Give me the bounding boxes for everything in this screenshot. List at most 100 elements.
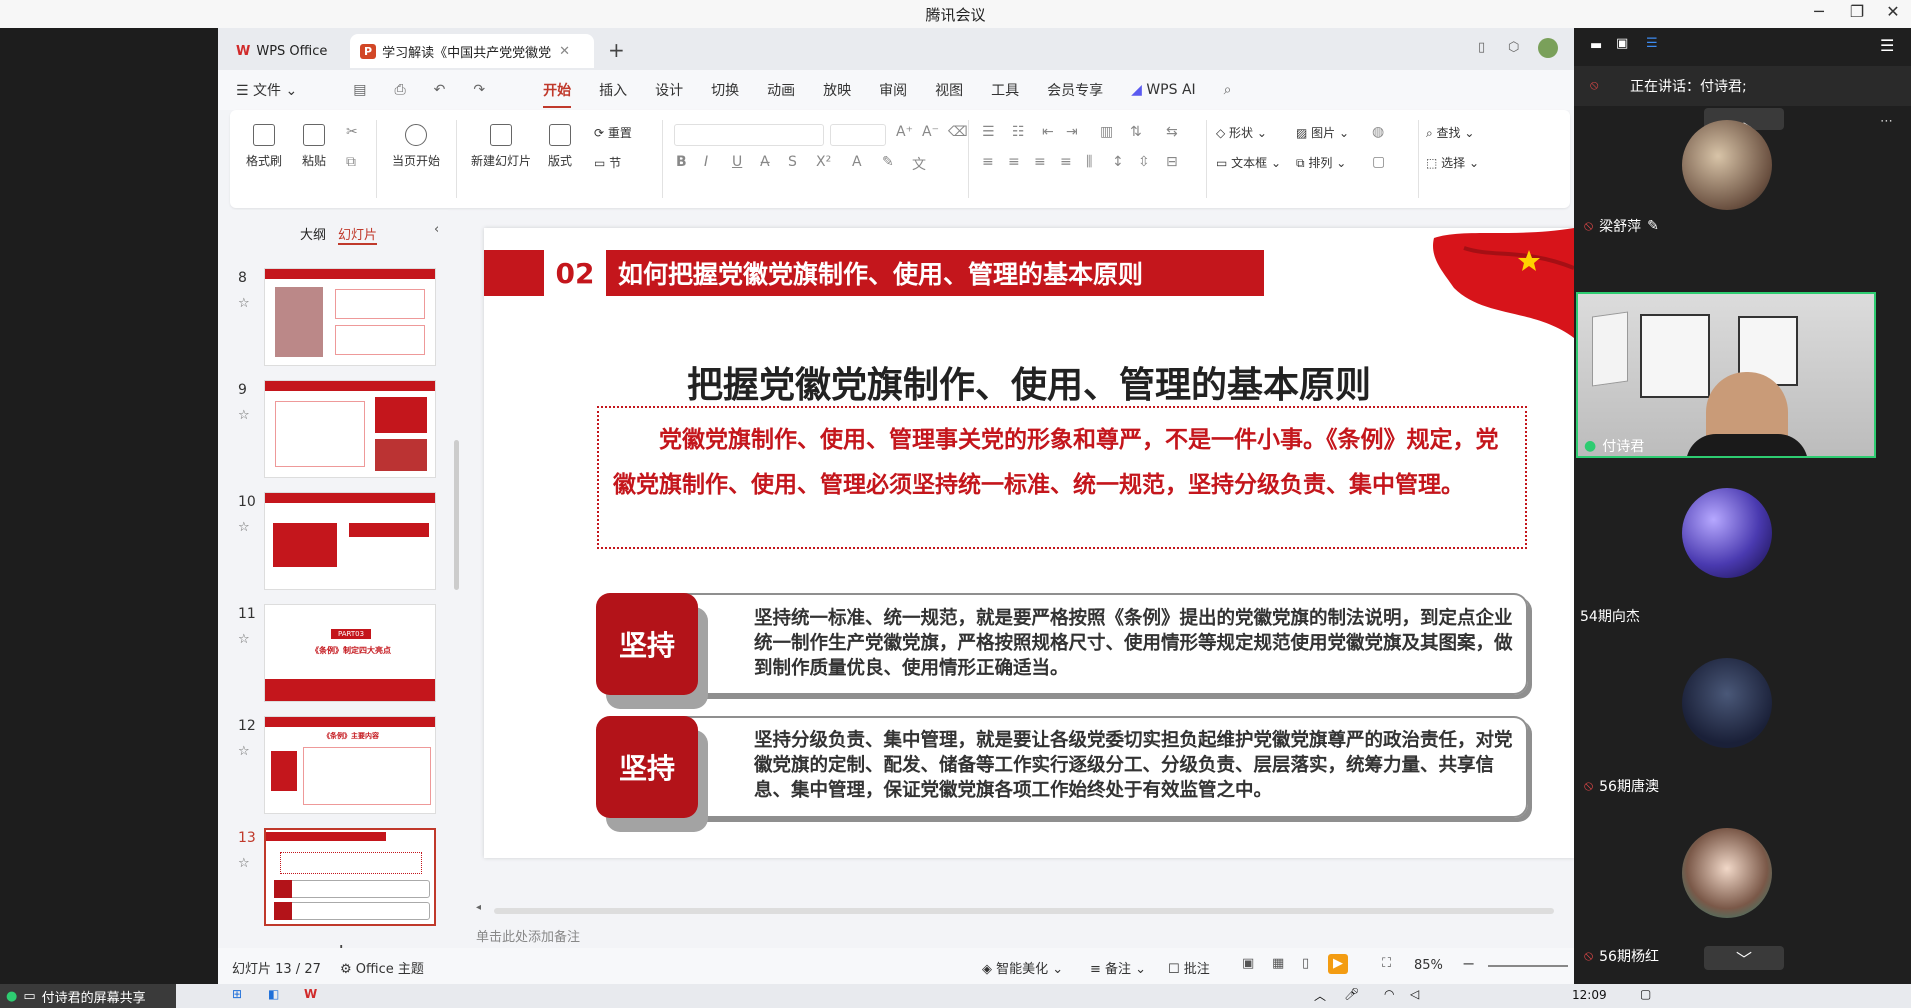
restore-icon[interactable]: ❐ <box>1842 2 1872 21</box>
new-tab-icon[interactable]: + <box>608 38 625 62</box>
text-direction-icon[interactable]: ⇆ <box>1166 124 1178 140</box>
zoom-slider[interactable] <box>1488 965 1568 967</box>
search-icon[interactable]: ⌕ <box>1210 82 1246 98</box>
minimize-view-icon[interactable]: ▬ <box>1590 38 1602 53</box>
wifi-icon[interactable]: ◠ <box>1384 987 1394 1001</box>
participant-tile-3[interactable]: 54期向杰 <box>1580 606 1640 626</box>
outline-icon[interactable]: ▢ <box>1372 154 1385 170</box>
justify-icon[interactable]: ≡ <box>1060 154 1072 170</box>
bold-icon[interactable]: B <box>676 154 687 170</box>
indent-decrease-icon[interactable]: ⇤ <box>1042 124 1054 140</box>
clear-format-icon[interactable]: ⌫ <box>948 124 968 140</box>
phonetic-icon[interactable]: 文 <box>912 154 926 174</box>
menu-member[interactable]: 会员专享 <box>1033 80 1117 100</box>
bullet-list-icon[interactable]: ☰ <box>982 124 995 140</box>
indent-increase-icon[interactable]: ⇥ <box>1066 124 1078 140</box>
minimize-icon[interactable]: ─ <box>1804 2 1834 21</box>
slide-thumb-10[interactable] <box>264 492 436 590</box>
beautify-button[interactable]: ◈ 智能美化 ⌄ <box>982 958 1063 977</box>
notes-area[interactable]: 单击此处添加备注 <box>476 926 580 945</box>
participant-tile-5[interactable]: ⦸ 56期杨红 <box>1584 946 1659 966</box>
start-from-current-button[interactable]: 当页开始 <box>386 124 446 169</box>
more-options-icon[interactable]: ⋯ <box>1880 114 1893 129</box>
slide-thumb-12[interactable]: 《条例》主要内容 <box>264 716 436 814</box>
window-view-icon[interactable]: ▣ <box>1616 36 1628 51</box>
star-icon[interactable]: ☆ <box>238 856 250 871</box>
menu-file[interactable]: ☰ 文件 ⌄ <box>218 80 311 100</box>
star-icon[interactable]: ☆ <box>238 296 250 311</box>
slide-thumb-13[interactable] <box>264 828 436 926</box>
menu-insert[interactable]: 插入 <box>585 80 641 100</box>
align-center-icon[interactable]: ≡ <box>1008 154 1020 170</box>
zoom-level[interactable]: 85% <box>1414 958 1443 973</box>
tab-slides[interactable]: 幻灯片 <box>338 224 378 245</box>
panel-scrollbar[interactable] <box>454 440 459 590</box>
tab-wps-office[interactable]: W WPS Office <box>226 34 346 68</box>
menu-transition[interactable]: 切换 <box>697 80 753 100</box>
notification-icon[interactable]: ▢ <box>1640 987 1651 1001</box>
zoom-out-icon[interactable]: − <box>1462 954 1475 973</box>
layout-button[interactable]: 版式 <box>540 124 580 169</box>
menu-design[interactable]: 设计 <box>641 80 697 100</box>
participant-tile-4[interactable]: ⦸ 56期唐澳 <box>1584 776 1659 796</box>
app-icon[interactable]: ◧ <box>268 987 279 1001</box>
tab-outline[interactable]: 大纲 <box>300 224 326 243</box>
sorter-view-icon[interactable]: ▦ <box>1272 956 1284 971</box>
columns-icon[interactable]: ▥ <box>1100 124 1113 140</box>
close-tab-icon[interactable]: ✕ <box>559 44 570 59</box>
wps-taskbar-icon[interactable]: W <box>304 987 317 1001</box>
scroll-left-icon[interactable]: ◂ <box>476 902 481 913</box>
reading-view-icon[interactable]: ▯ <box>1302 956 1309 971</box>
fill-icon[interactable]: ◍ <box>1372 124 1384 140</box>
new-slide-button[interactable]: 新建幻灯片 <box>466 124 536 169</box>
normal-view-icon[interactable]: ▣ <box>1242 956 1254 971</box>
collapse-panel-icon[interactable]: ‹ <box>434 222 439 237</box>
user-avatar[interactable] <box>1538 38 1558 58</box>
slide-thumb-11[interactable]: PART03 《条例》制定四大亮点 <box>264 604 436 702</box>
highlight-icon[interactable]: ✎ <box>882 154 894 170</box>
menu-review[interactable]: 审阅 <box>865 80 921 100</box>
menu-icon[interactable]: ☰ <box>1880 36 1894 55</box>
fit-window-icon[interactable]: ⛶ <box>1382 956 1391 971</box>
shrink-font-icon[interactable]: A⁻ <box>922 124 939 140</box>
align-right-icon[interactable]: ≡ <box>1034 154 1046 170</box>
slide-thumb-8[interactable] <box>264 268 436 366</box>
picture-button[interactable]: ▨ 图片 ⌄ <box>1296 124 1366 141</box>
select-button[interactable]: ⬚ 选择 ⌄ <box>1426 154 1496 171</box>
copy-icon[interactable]: ⧉ <box>346 154 356 170</box>
cut-icon[interactable]: ✂ <box>346 124 358 140</box>
theme-indicator[interactable]: ⚙ Office 主题 <box>340 958 424 977</box>
find-button[interactable]: ⌕ 查找 ⌄ <box>1426 124 1496 141</box>
participant-tile-1[interactable]: ⦸ 梁舒萍 ✎ <box>1584 216 1659 236</box>
sort-icon[interactable]: ⇅ <box>1130 124 1142 140</box>
star-icon[interactable]: ☆ <box>238 408 250 423</box>
menu-view[interactable]: 视图 <box>921 80 977 100</box>
grow-font-icon[interactable]: A⁺ <box>896 124 913 140</box>
layout-icon[interactable]: ▯ <box>1478 40 1485 55</box>
star-icon[interactable]: ☆ <box>238 632 250 647</box>
mic-tray-icon[interactable]: 🎤︎ <box>1344 987 1359 1001</box>
menu-wps-ai[interactable]: ◢ WPS AI <box>1117 82 1210 98</box>
redo-icon[interactable]: ↷ <box>459 82 499 98</box>
menu-home[interactable]: 开始 <box>529 80 585 108</box>
slide-thumb-9[interactable] <box>264 380 436 478</box>
tab-document[interactable]: P 学习解读《中国共产党党徽党 ✕ <box>350 34 594 68</box>
notes-button[interactable]: ≡ 备注 ⌄ <box>1090 958 1146 977</box>
superscript-icon[interactable]: X² <box>816 154 831 170</box>
play-slideshow-icon[interactable]: ▶ <box>1328 954 1348 974</box>
arrange-button[interactable]: ⧉ 排列 ⌄ <box>1296 154 1366 171</box>
strike-icon[interactable]: S <box>788 154 797 170</box>
shape-button[interactable]: ◇ 形状 ⌄ <box>1216 124 1286 141</box>
distribute-icon[interactable]: ⫼ <box>1086 154 1092 170</box>
strikethrough-icon[interactable]: A̶ <box>760 154 770 170</box>
line-spacing-icon[interactable]: ↕ <box>1112 154 1124 170</box>
menu-animation[interactable]: 动画 <box>753 80 809 100</box>
vertical-align-icon[interactable]: ⊟ <box>1166 154 1178 170</box>
align-left-icon[interactable]: ≡ <box>982 154 994 170</box>
cube-icon[interactable]: ⬡ <box>1508 40 1519 55</box>
star-icon[interactable]: ☆ <box>238 520 250 535</box>
undo-icon[interactable]: ↶ <box>420 82 460 98</box>
textbox-button[interactable]: ▭ 文本框 ⌄ <box>1216 154 1296 171</box>
italic-icon[interactable]: I <box>704 154 708 170</box>
scroll-down-button[interactable]: ﹀ <box>1704 946 1784 970</box>
